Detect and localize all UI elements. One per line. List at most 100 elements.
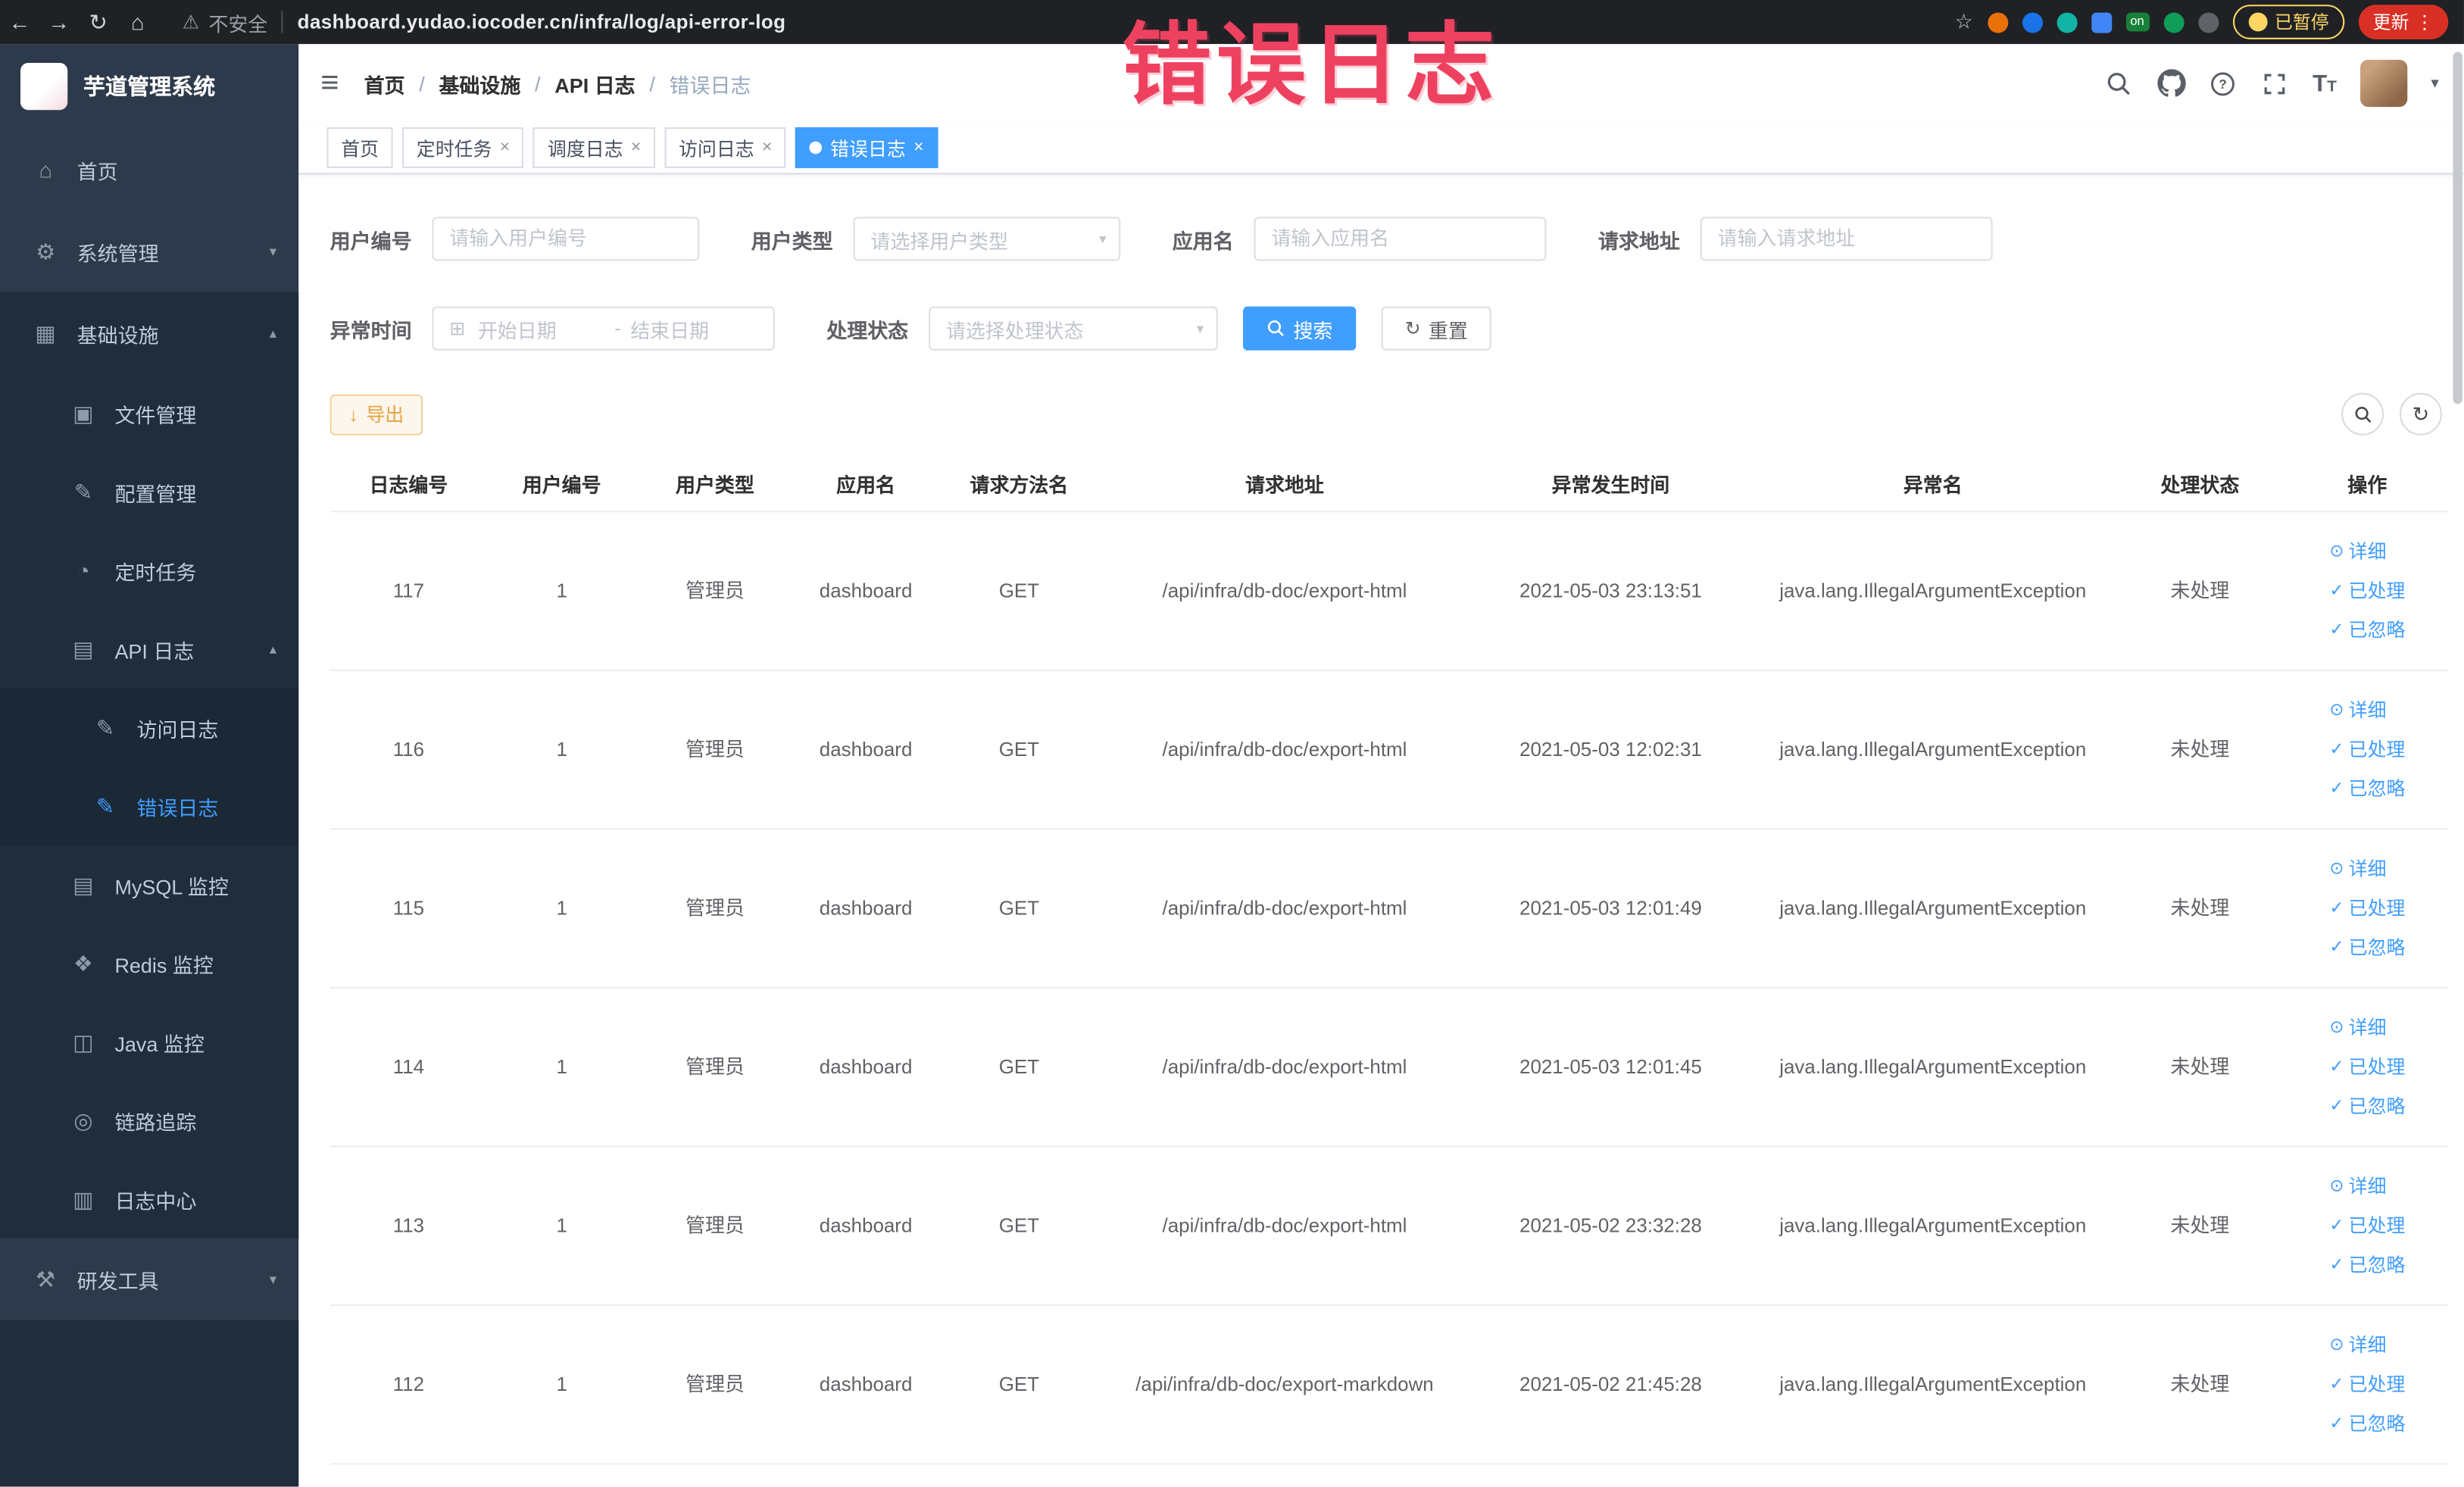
sidebar-item-mysql-monitor[interactable]: ▤ MySQL 监控 bbox=[0, 845, 299, 924]
sidebar-item-error-log[interactable]: ✎ 错误日志 bbox=[0, 767, 299, 846]
breadcrumb-item[interactable]: 首页 bbox=[364, 68, 405, 98]
tab-error-log[interactable]: 错误日志 × bbox=[795, 127, 938, 168]
browser-home-icon[interactable]: ⌂ bbox=[118, 9, 158, 34]
mark-ignored-link[interactable]: ✓ 已忽略 bbox=[2329, 1092, 2405, 1120]
page-scrollbar[interactable] bbox=[2451, 45, 2464, 1486]
table-row: 116 1 管理员 dashboard GET /api/infra/db-do… bbox=[329, 671, 2449, 830]
extension-icon-blue-drop[interactable] bbox=[2022, 11, 2043, 33]
sidebar-item-redis-monitor[interactable]: ❖ Redis 监控 bbox=[0, 923, 299, 1003]
sidebar-toggle-icon[interactable]: ≡ bbox=[320, 67, 339, 98]
fullscreen-icon[interactable] bbox=[2261, 69, 2289, 97]
mark-ignored-link[interactable]: ✓ 已忽略 bbox=[2329, 775, 2405, 803]
mark-processed-link[interactable]: ✓ 已处理 bbox=[2329, 1053, 2405, 1081]
refresh-table-button[interactable]: ↻ bbox=[2399, 392, 2442, 436]
search-button[interactable]: 搜索 bbox=[1243, 306, 1357, 351]
sidebar-item-dev-tools[interactable]: ⚒ 研发工具 ▾ bbox=[0, 1239, 298, 1320]
tab-scheduled-tasks[interactable]: 定时任务 × bbox=[402, 127, 524, 168]
java-icon: ◫ bbox=[73, 1028, 94, 1054]
close-icon[interactable]: × bbox=[500, 139, 510, 157]
close-icon[interactable]: × bbox=[631, 139, 641, 157]
sidebar-item-access-log[interactable]: ✎ 访问日志 bbox=[0, 688, 299, 767]
sidebar-item-label: 文件管理 bbox=[114, 403, 197, 427]
extension-icon-orange[interactable] bbox=[1987, 11, 2008, 33]
sidebar-item-infrastructure[interactable]: ▦ 基础设施 ▴ bbox=[0, 292, 299, 374]
extension-icon-tree[interactable] bbox=[2163, 11, 2184, 33]
avatar-caret-down-icon[interactable]: ▾ bbox=[2431, 75, 2438, 92]
mark-processed-link[interactable]: ✓ 已处理 bbox=[2329, 894, 2405, 922]
mark-ignored-link[interactable]: ✓ 已忽略 bbox=[2329, 1410, 2405, 1438]
tab-schedule-log[interactable]: 调度日志 × bbox=[533, 127, 655, 168]
home-icon: ⌂ bbox=[39, 157, 52, 183]
detail-link[interactable]: ⊙ 详细 bbox=[2329, 1014, 2386, 1042]
filter-label: 处理状态 bbox=[826, 318, 909, 342]
sidebar-item-label: 基础设施 bbox=[77, 323, 159, 347]
close-icon[interactable]: × bbox=[762, 139, 772, 157]
sidebar-item-trace[interactable]: ◎ 链路追踪 bbox=[0, 1081, 299, 1161]
tab-access-log[interactable]: 访问日志 × bbox=[664, 127, 787, 168]
extension-icon-green-circle[interactable] bbox=[2056, 11, 2077, 33]
detail-link[interactable]: ⊙ 详细 bbox=[2329, 538, 2386, 566]
on-extension-badge[interactable]: on bbox=[2125, 12, 2150, 32]
page-url: dashboard.yudao.iocoder.cn/infra/log/api… bbox=[297, 11, 786, 33]
breadcrumb-item[interactable]: 基础设施 bbox=[439, 68, 520, 98]
close-icon[interactable]: × bbox=[913, 139, 923, 157]
sidebar-item-log-center[interactable]: ▥ 日志中心 bbox=[0, 1160, 299, 1239]
browser-back-icon[interactable]: ← bbox=[0, 9, 39, 34]
sidebar-item-label: 日志中心 bbox=[114, 1189, 197, 1213]
sidebar-item-java-monitor[interactable]: ◫ Java 监控 bbox=[0, 1002, 299, 1082]
mark-processed-link[interactable]: ✓ 已处理 bbox=[2329, 1212, 2405, 1240]
sidebar-item-scheduled-tasks[interactable]: ◔ 定时任务 bbox=[0, 531, 299, 610]
detail-link[interactable]: ⊙ 详细 bbox=[2329, 855, 2386, 883]
address-bar[interactable]: ⚠ 不安全 dashboard.yudao.iocoder.cn/infra/l… bbox=[183, 7, 786, 36]
browser-forward-icon[interactable]: → bbox=[39, 9, 79, 34]
scrollbar-thumb[interactable] bbox=[2453, 52, 2462, 405]
browser-menu-icon[interactable]: ⋮ bbox=[2416, 11, 2434, 33]
mark-ignored-link[interactable]: ✓ 已忽略 bbox=[2329, 1251, 2405, 1279]
user-avatar[interactable] bbox=[2359, 59, 2408, 108]
request-url-input[interactable] bbox=[1700, 217, 1993, 261]
sidebar-item-system-management[interactable]: ⚙ 系统管理 ▾ bbox=[0, 211, 298, 292]
browser-update-button[interactable]: 更新 ⋮ bbox=[2358, 5, 2449, 39]
process-status-select[interactable]: 请选择处理状态 ▾ bbox=[929, 306, 1218, 351]
mark-ignored-link[interactable]: ✓ 已忽略 bbox=[2329, 616, 2405, 644]
sidebar-item-config-management[interactable]: ✎ 配置管理 bbox=[0, 452, 299, 532]
paused-badge[interactable]: 已暂停 bbox=[2231, 5, 2345, 39]
tab-home[interactable]: 首页 bbox=[326, 127, 393, 168]
sidebar-item-api-log[interactable]: ▤ API 日志 ▴ bbox=[0, 609, 299, 689]
user-type-select[interactable]: 请选择用户类型 ▾ bbox=[853, 217, 1121, 261]
reset-button[interactable]: ↻ 重置 bbox=[1381, 306, 1492, 351]
user-id-input[interactable] bbox=[432, 217, 700, 261]
font-size-icon[interactable]: TT bbox=[2313, 70, 2337, 96]
extension-icon-puzzle[interactable] bbox=[2197, 11, 2219, 33]
sidebar-item-file-management[interactable]: ▣ 文件管理 bbox=[0, 373, 299, 453]
mark-processed-link[interactable]: ✓ 已处理 bbox=[2329, 576, 2405, 604]
check-icon: ✓ bbox=[2329, 1096, 2344, 1115]
breadcrumb-item[interactable]: API 日志 bbox=[554, 68, 635, 98]
mark-processed-link[interactable]: ✓ 已处理 bbox=[2329, 736, 2405, 764]
cell-process-status: 未处理 bbox=[2170, 896, 2230, 919]
toggle-search-button[interactable] bbox=[2341, 392, 2384, 436]
bookmark-star-icon[interactable]: ☆ bbox=[1955, 9, 1973, 34]
date-range-picker[interactable]: ⊞ 开始日期 - 结束日期 bbox=[432, 306, 775, 351]
column-header: 操作 bbox=[2347, 473, 2387, 496]
redis-icon: ❖ bbox=[73, 950, 93, 976]
search-icon[interactable] bbox=[2105, 69, 2133, 97]
mark-processed-link[interactable]: ✓ 已处理 bbox=[2329, 1370, 2405, 1398]
sidebar-item-home[interactable]: ⌂ 首页 bbox=[0, 129, 298, 211]
github-icon[interactable] bbox=[2156, 69, 2186, 97]
extension-icon-grid[interactable] bbox=[2091, 11, 2112, 33]
timer-icon: ◔ bbox=[77, 558, 90, 583]
sidebar-item-label: 配置管理 bbox=[114, 481, 197, 505]
export-button[interactable]: ↓ 导出 bbox=[329, 393, 423, 435]
help-icon[interactable]: ? bbox=[2209, 69, 2237, 97]
check-icon: ✓ bbox=[2329, 1215, 2344, 1235]
chevron-down-icon: ▾ bbox=[269, 242, 277, 259]
browser-reload-icon[interactable]: ↻ bbox=[79, 8, 118, 35]
detail-link[interactable]: ⊙ 详细 bbox=[2329, 1331, 2386, 1359]
detail-link[interactable]: ⊙ 详细 bbox=[2329, 1173, 2386, 1201]
mark-ignored-link[interactable]: ✓ 已忽略 bbox=[2329, 933, 2405, 961]
export-button-label: 导出 bbox=[366, 404, 404, 426]
detail-link[interactable]: ⊙ 详细 bbox=[2329, 696, 2386, 724]
cell-request-url: /api/infra/db-doc/export-html bbox=[1162, 896, 1407, 919]
app-name-input[interactable] bbox=[1254, 217, 1547, 261]
